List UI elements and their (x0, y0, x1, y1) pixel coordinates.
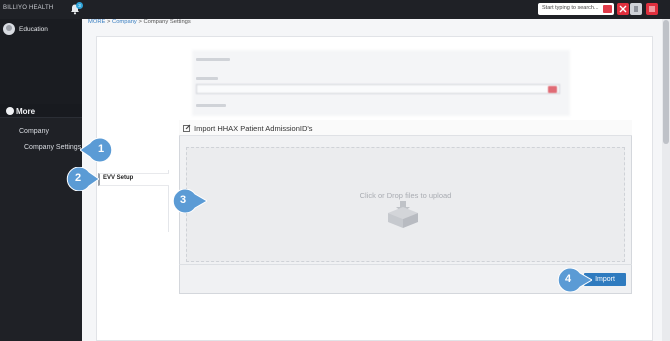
callout-marker: 1 (80, 138, 114, 162)
sidebar-item-company-settings[interactable]: Company Settings (24, 144, 81, 151)
blurred-background-form (192, 50, 570, 116)
breadcrumb-more[interactable]: MORE (88, 19, 105, 25)
blurred-label (196, 77, 218, 80)
blurred-heading (196, 58, 230, 61)
scrollbar-thumb[interactable] (663, 20, 669, 144)
callout-marker: 3 (171, 189, 207, 213)
callout-marker: 4 (556, 268, 592, 292)
blurred-delete-icon (548, 86, 557, 93)
breadcrumb-company[interactable]: Company (112, 19, 137, 25)
blurred-input (196, 84, 560, 94)
menu-icon[interactable] (646, 3, 658, 15)
upload-box-icon (386, 200, 420, 228)
modal-footer-divider (179, 264, 632, 265)
sidebar-item-company[interactable]: Company (19, 128, 49, 135)
callout-marker: 2 (65, 167, 99, 191)
callout-number: 4 (564, 273, 572, 285)
avatar (3, 23, 15, 35)
user-name: Education (19, 25, 48, 33)
dropzone-text: Click or Drop files to upload (359, 191, 452, 200)
breadcrumb-current: Company Settings (143, 19, 191, 25)
blurred-label (196, 104, 226, 107)
user-icon[interactable] (630, 3, 642, 15)
modal-title: Import HHAX Patient AdmissionID's (194, 124, 313, 133)
edit-icon (183, 124, 191, 132)
callout-number: 1 (97, 143, 105, 155)
search-icon[interactable] (603, 5, 612, 13)
sidebar-item-label: More (16, 107, 36, 116)
tab-evv-setup-label: EVV Setup (103, 175, 134, 181)
search-input[interactable]: Start typing to search... (538, 3, 614, 15)
search-placeholder: Start typing to search... (542, 5, 599, 11)
breadcrumb: MORE > Company > Company Settings (88, 19, 191, 25)
user-menu[interactable]: Education (3, 22, 48, 36)
brand-logo: BILLIYO HEALTH (3, 5, 54, 11)
notification-badge: 3 (76, 2, 83, 9)
callout-number: 3 (179, 194, 187, 206)
grid-icon[interactable] (617, 3, 629, 15)
callout-number: 2 (74, 172, 82, 184)
plus-circle-icon (6, 107, 14, 115)
